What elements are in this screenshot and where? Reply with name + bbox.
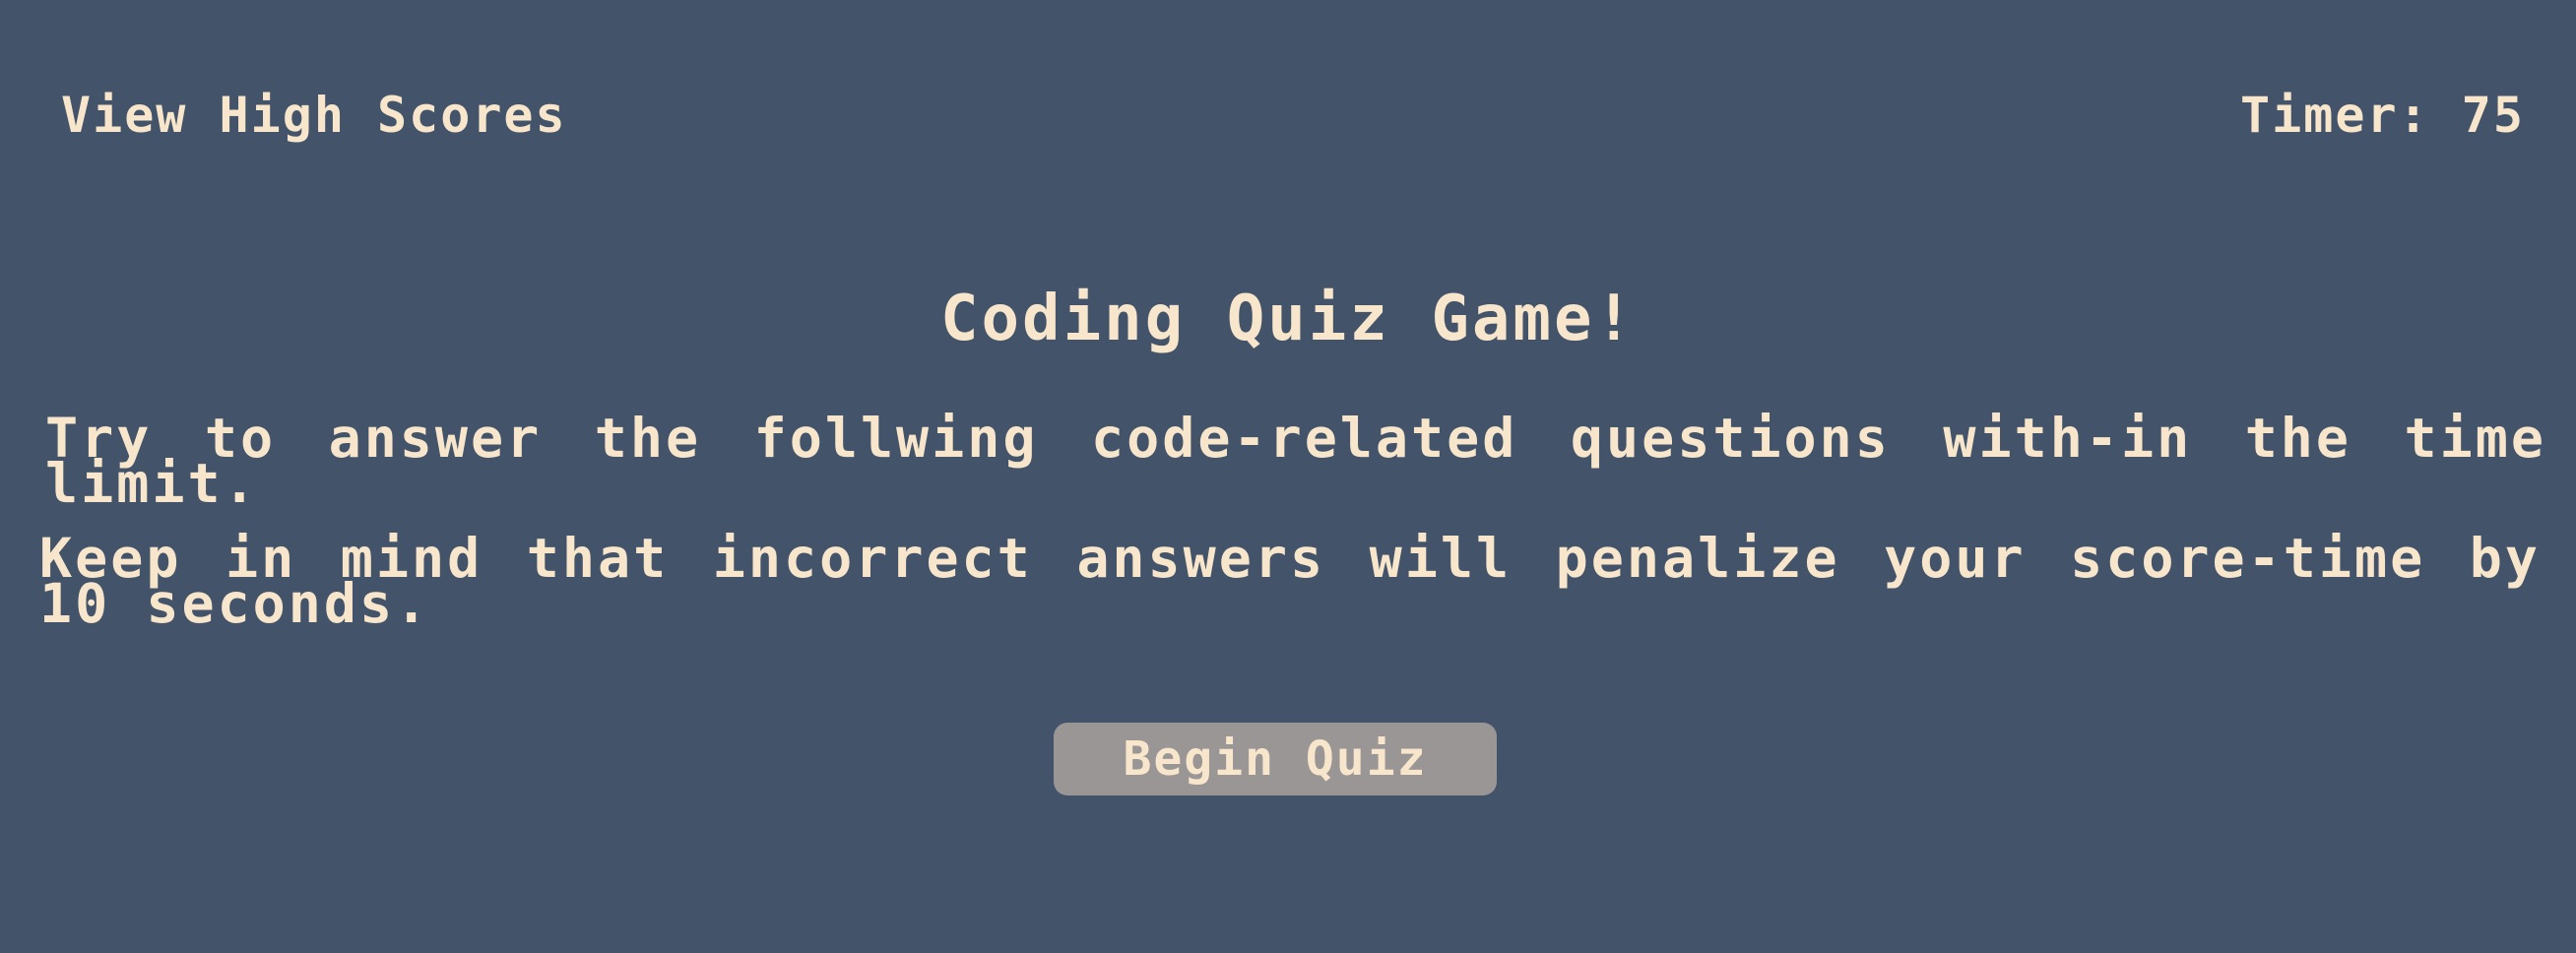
view-high-scores-link[interactable]: View High Scores bbox=[61, 91, 567, 140]
begin-quiz-button[interactable]: Begin Quiz bbox=[1054, 723, 1497, 795]
timer-label: Timer: bbox=[2240, 87, 2430, 144]
timer: Timer: 75 bbox=[2240, 91, 2525, 140]
timer-value: 75 bbox=[2461, 87, 2525, 144]
top-bar: View High Scores Timer: 75 bbox=[0, 0, 2576, 158]
instruction-paragraph-penalty: Keep in mind that incorrect answers will… bbox=[39, 527, 2541, 635]
page-title: Coding Quiz Game! bbox=[939, 283, 1637, 355]
instruction-paragraph-time-limit: Try to answer the follwing code-related … bbox=[45, 407, 2546, 515]
